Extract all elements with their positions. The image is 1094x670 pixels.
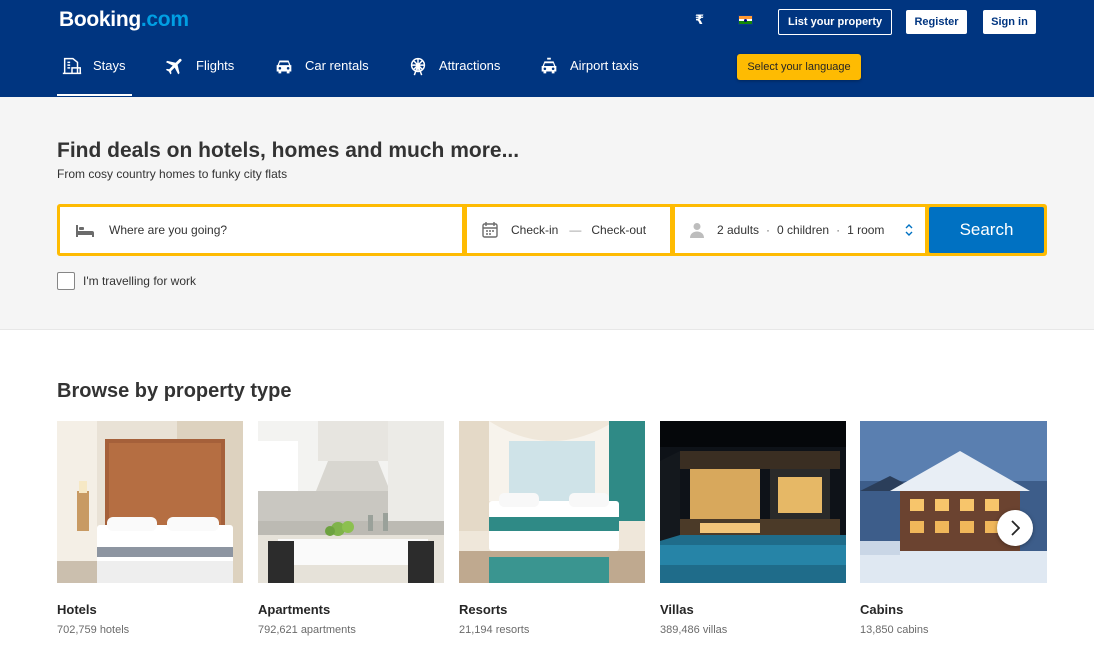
check-in-input[interactable]: Check-in xyxy=(511,223,558,237)
logo-main-text: Booking xyxy=(59,8,141,31)
nav-label: Stays xyxy=(93,58,126,73)
apartments-image[interactable] xyxy=(258,421,444,583)
header: Booking.com ₹ List your property Registe… xyxy=(0,0,1094,97)
logo-suffix-text: .com xyxy=(140,8,189,31)
booking-logo[interactable]: Booking.com xyxy=(59,8,189,32)
chevron-updown-icon xyxy=(905,224,913,236)
register-button[interactable]: Register xyxy=(906,10,967,34)
nav-label: Flights xyxy=(196,58,235,73)
india-flag-icon[interactable] xyxy=(738,15,753,25)
resorts-image[interactable] xyxy=(459,421,645,583)
currency-selector[interactable]: ₹ xyxy=(695,12,704,28)
bed-icon xyxy=(76,225,94,237)
chevron-right-icon xyxy=(1011,520,1020,536)
nav-tab-stays[interactable]: Stays xyxy=(57,55,132,96)
hero-section: Find deals on hotels, homes and much mor… xyxy=(0,97,1094,330)
carousel-next-button[interactable] xyxy=(997,510,1033,546)
destination-field[interactable]: Where are you going? xyxy=(60,207,462,253)
hero-subtitle: From cosy country homes to funky city fl… xyxy=(57,167,288,181)
hero-title: Find deals on hotels, homes and much mor… xyxy=(57,139,520,162)
property-type-count: 13,850 cabins xyxy=(860,624,929,636)
separator-dot: · xyxy=(766,223,771,237)
sign-in-button[interactable]: Sign in xyxy=(983,10,1036,34)
nav-tab-attractions[interactable]: Attractions xyxy=(407,55,500,96)
property-type-name: Apartments xyxy=(258,602,331,617)
bed-icon xyxy=(62,57,82,75)
list-property-button[interactable]: List your property xyxy=(778,9,893,35)
nav-label: Attractions xyxy=(439,58,501,73)
cabins-image[interactable] xyxy=(860,421,1047,583)
taxi-icon xyxy=(541,57,557,74)
property-type-card-resorts[interactable]: Resorts 21,194 resorts xyxy=(459,421,645,636)
date-separator: — xyxy=(569,223,582,237)
adults-count: 2 adults xyxy=(717,223,760,237)
property-type-count: 389,486 villas xyxy=(660,624,728,636)
nav-label: Airport taxis xyxy=(570,58,639,73)
children-count: 0 children xyxy=(777,223,830,237)
person-icon xyxy=(690,223,704,238)
car-icon xyxy=(276,60,292,74)
property-type-count: 702,759 hotels xyxy=(57,624,130,636)
check-out-input[interactable]: Check-out xyxy=(591,223,646,237)
property-type-name: Resorts xyxy=(459,602,508,617)
browse-section-title: Browse by property type xyxy=(57,380,292,402)
nav-tab-car-rentals[interactable]: Car rentals xyxy=(273,55,369,96)
property-type-card-hotels[interactable]: Hotels 702,759 hotels xyxy=(57,421,243,636)
nav-tab-airport-taxis[interactable]: Airport taxis xyxy=(538,55,639,96)
property-type-name: Hotels xyxy=(57,602,97,617)
hotels-image[interactable] xyxy=(57,421,243,583)
property-type-name: Cabins xyxy=(860,602,904,617)
ferris-wheel-icon xyxy=(410,57,426,76)
search-bar: Where are you going? Check-in — Check-ou… xyxy=(57,204,1047,256)
date-picker-field[interactable]: Check-in — Check-out xyxy=(467,207,670,253)
language-tooltip[interactable]: Select your language xyxy=(737,54,861,80)
property-type-count: 792,621 apartments xyxy=(258,624,356,636)
villas-image[interactable] xyxy=(660,421,846,583)
separator-dot: · xyxy=(836,223,841,237)
property-type-card-apartments[interactable]: Apartments 792,621 apartments xyxy=(258,421,444,636)
property-type-count: 21,194 resorts xyxy=(459,624,530,636)
work-travel-checkbox[interactable] xyxy=(57,272,75,290)
work-travel-label: I'm travelling for work xyxy=(83,274,196,288)
destination-input[interactable]: Where are you going? xyxy=(109,223,227,237)
nav-tab-flights[interactable]: Flights xyxy=(164,55,234,96)
calendar-icon xyxy=(482,222,498,238)
search-button[interactable]: Search xyxy=(929,207,1044,253)
plane-icon xyxy=(165,58,182,75)
rooms-count: 1 room xyxy=(847,223,885,237)
property-type-name: Villas xyxy=(660,602,694,617)
work-travel-option[interactable]: I'm travelling for work xyxy=(57,272,196,290)
nav-label: Car rentals xyxy=(305,58,369,73)
guests-field[interactable]: 2 adults · 0 children · 1 room xyxy=(675,207,925,253)
property-type-card-villas[interactable]: Villas 389,486 villas xyxy=(660,421,846,636)
